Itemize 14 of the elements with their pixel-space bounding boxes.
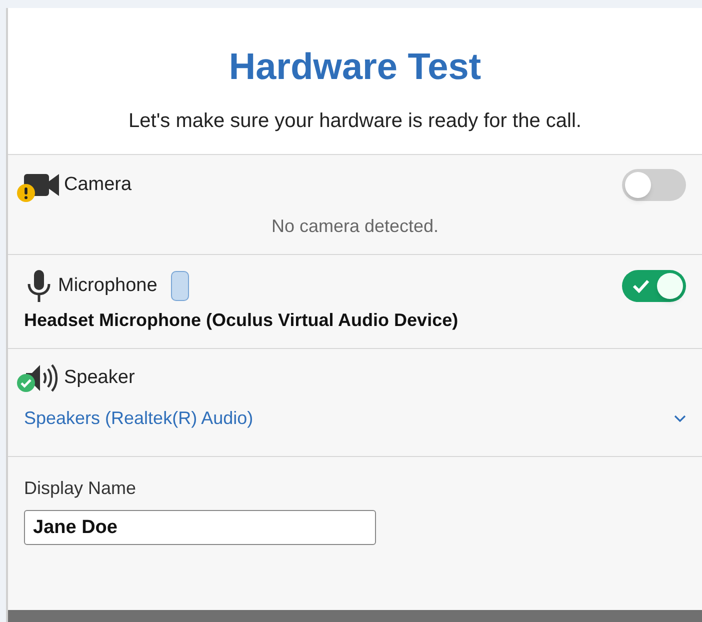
device-label: Camera <box>64 173 132 197</box>
toggle-switch[interactable] <box>622 270 686 302</box>
subtitle: Let's make sure your hardware is ready for the call. <box>128 109 582 134</box>
device-label: Microphone <box>58 274 158 298</box>
display-name-field[interactable]: Jane Doe <box>24 510 376 546</box>
speaker-dropdown[interactable]: Speakers (Realtek(R) Audio) <box>24 405 686 442</box>
device-name: Headset Microphone (Oculus Virtual Audio Device) <box>24 309 460 332</box>
chevron-down-icon <box>674 414 686 423</box>
page-title: Hardware Test <box>228 45 482 89</box>
check-icon <box>632 279 650 294</box>
status-message: No camera detected. <box>270 215 440 238</box>
device-label: Speaker <box>64 366 135 390</box>
field-label: Display Name <box>24 477 138 500</box>
toggle-switch[interactable] <box>622 169 686 202</box>
